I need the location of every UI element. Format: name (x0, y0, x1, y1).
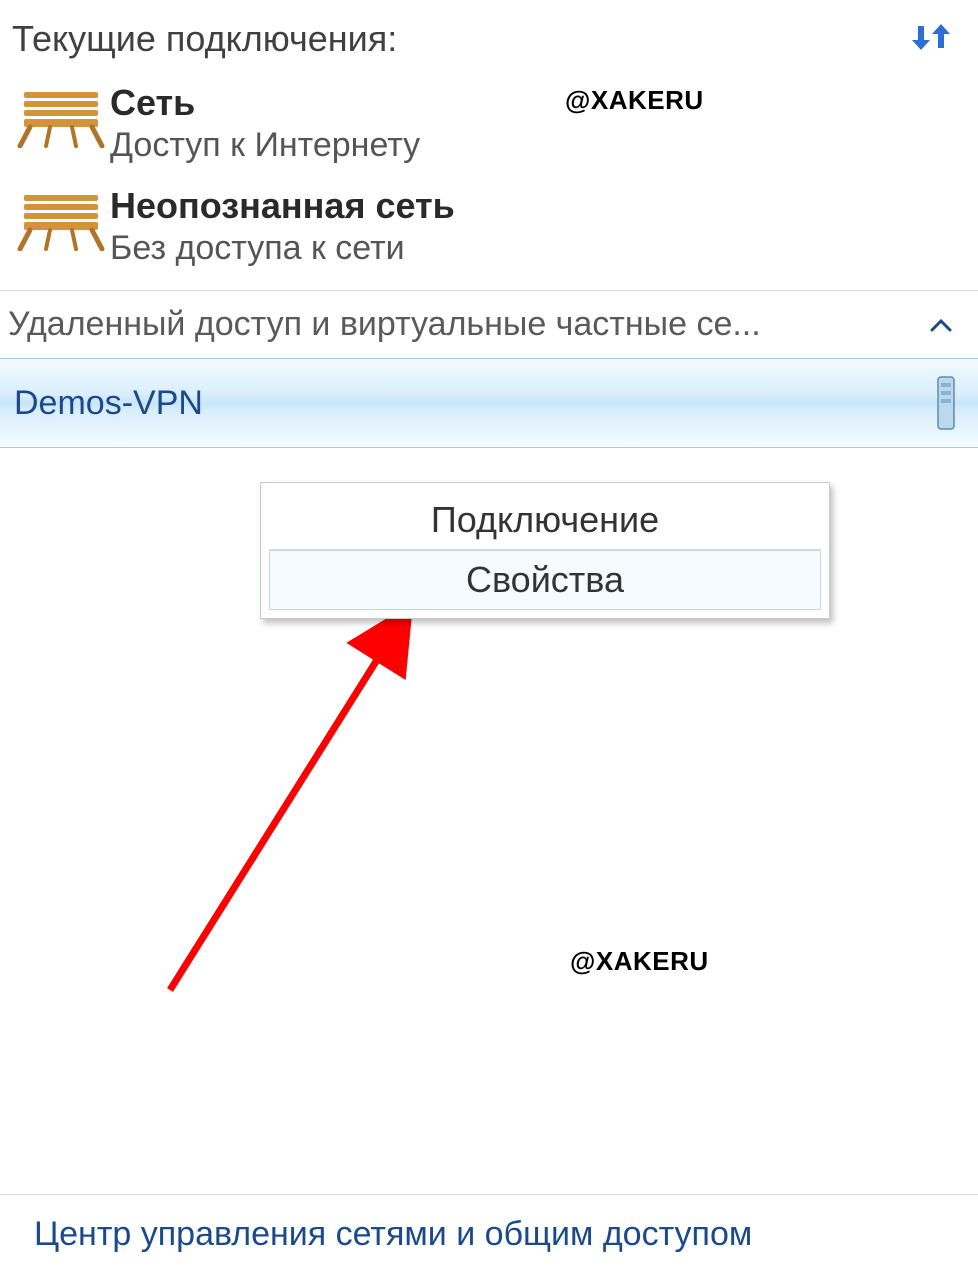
vpn-group-header[interactable]: Удаленный доступ и виртуальные частные с… (0, 291, 978, 358)
connection-name: Сеть (110, 82, 420, 124)
watermark-text: @XAKERU (570, 946, 709, 977)
connection-status: Доступ к Интернету (110, 126, 420, 165)
refresh-icon[interactable] (904, 18, 958, 64)
connection-item[interactable]: Неопознанная сеть Без доступа к сети (0, 173, 978, 276)
network-center-link[interactable]: Центр управления сетями и общим доступом (34, 1215, 752, 1253)
current-connections-heading: Текущие подключения: (12, 18, 397, 60)
menu-item-connect[interactable]: Подключение (269, 491, 821, 549)
vpn-connection-item[interactable]: Demos-VPN (0, 358, 978, 448)
vpn-connection-name: Demos-VPN (14, 384, 203, 423)
bench-icon (12, 183, 110, 255)
menu-item-properties[interactable]: Свойства (269, 550, 821, 610)
context-menu: Подключение Свойства (260, 482, 830, 619)
connection-status: Без доступа к сети (110, 229, 455, 268)
annotation-arrow (140, 580, 460, 1010)
connection-text: Неопознанная сеть Без доступа к сети (110, 183, 455, 268)
connection-item[interactable]: Сеть Доступ к Интернету (0, 70, 978, 173)
footer: Центр управления сетями и общим доступом (0, 1194, 978, 1280)
signal-icon (928, 373, 964, 433)
header: Текущие подключения: (0, 0, 978, 70)
bench-icon (12, 80, 110, 152)
watermark-text: @XAKERU (565, 85, 704, 116)
vpn-group-label: Удаленный доступ и виртуальные частные с… (8, 305, 761, 344)
connection-name: Неопознанная сеть (110, 185, 455, 227)
connection-text: Сеть Доступ к Интернету (110, 80, 420, 165)
chevron-up-icon (930, 311, 952, 339)
